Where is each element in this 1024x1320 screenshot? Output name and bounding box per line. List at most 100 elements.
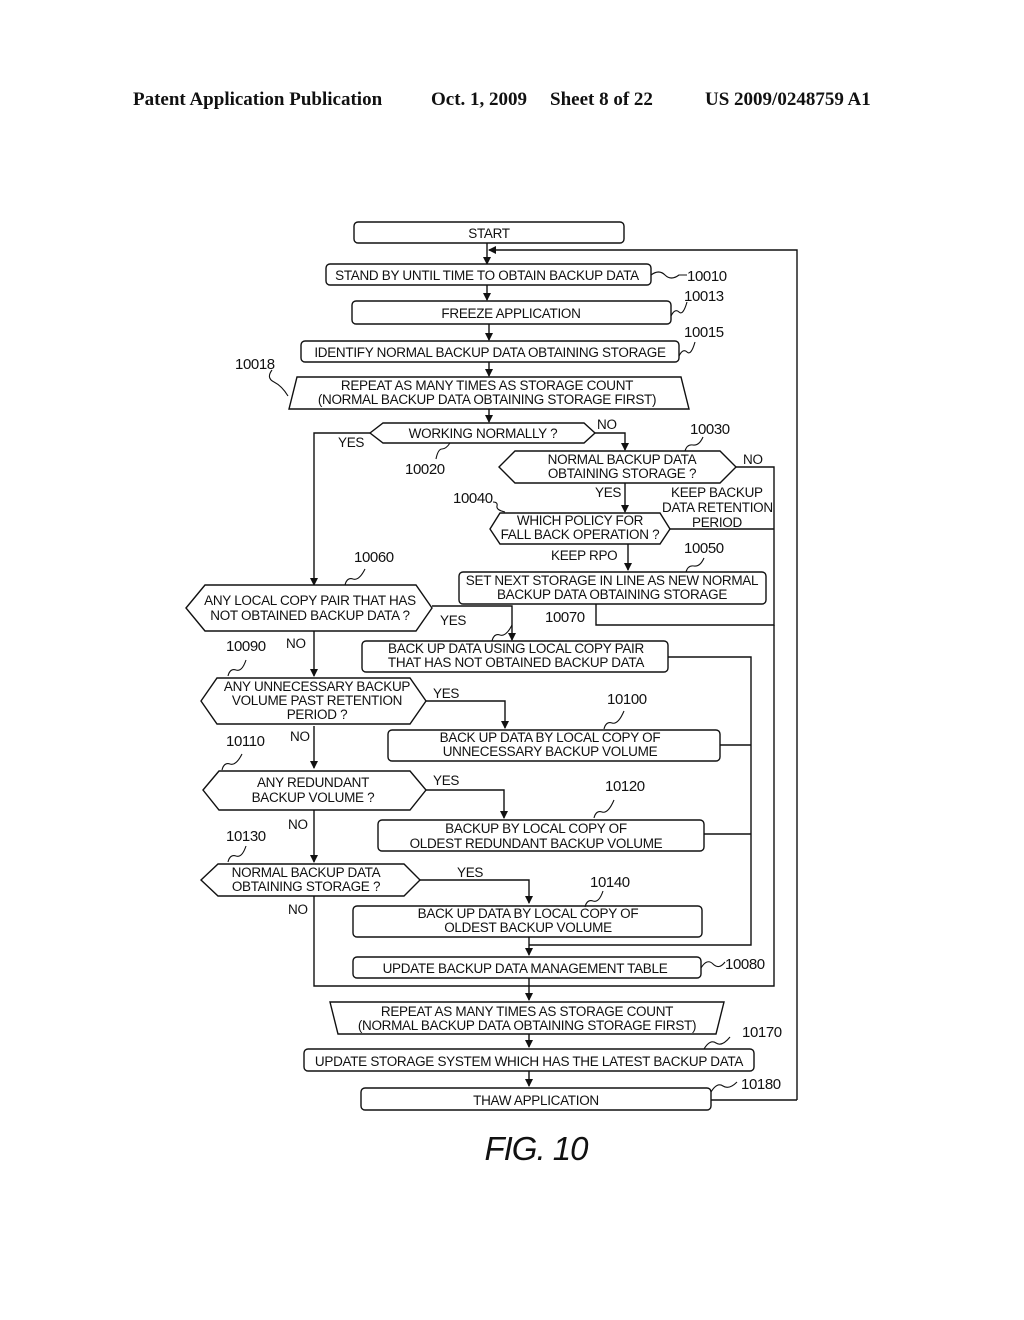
label-yes-10090: YES <box>433 686 459 701</box>
leader-squiggle <box>700 961 726 969</box>
step-text: BACK UP DATA BY LOCAL COPY OF <box>418 906 639 921</box>
step-text: BACK UP DATA USING LOCAL COPY PAIR <box>388 641 644 656</box>
ref-number: 10020 <box>405 461 445 478</box>
ref-number: 10080 <box>725 956 765 973</box>
leader-squiggle <box>435 442 451 460</box>
step-text: OBTAINING STORAGE ? <box>548 466 696 481</box>
leader-squiggle <box>685 557 705 573</box>
leader-squiggle <box>227 659 247 677</box>
step-10180: THAW APPLICATION 10180 <box>360 1076 781 1111</box>
label-no-10030: NO <box>743 452 763 467</box>
flowchart: START STAND BY UNTIL TIME TO OBTAIN BACK… <box>185 221 798 1167</box>
step-10010: STAND BY UNTIL TIME TO OBTAIN BACKUP DAT… <box>325 263 727 286</box>
step-text: BACKUP BY LOCAL COPY OF <box>445 821 627 836</box>
leader-squiggle <box>710 1081 738 1093</box>
arrow-10090-yes <box>426 700 509 729</box>
step-text: FALL BACK OPERATION ? <box>501 527 660 542</box>
step-text: NORMAL BACKUP DATA <box>548 452 697 467</box>
label-no-10060: NO <box>286 636 306 651</box>
decision-10040: WHICH POLICY FOR FALL BACK OPERATION ? 1… <box>453 490 671 545</box>
leader-squiggle <box>221 753 243 771</box>
step-text: THAW APPLICATION <box>473 1093 599 1108</box>
label-yes-10110: YES <box>433 773 459 788</box>
arrow-10110-yes <box>426 789 508 819</box>
step-text: WORKING NORMALLY ? <box>409 426 558 441</box>
label-keep-retention-1: KEEP BACKUP <box>671 485 763 500</box>
ref-number: 10010 <box>687 268 727 285</box>
arrow-10020-no <box>595 432 629 451</box>
step-loop-end: REPEAT AS MANY TIMES AS STORAGE COUNT (N… <box>329 1001 725 1035</box>
label-keep-retention-3: PERIOD <box>692 515 743 530</box>
label-yes-10060: YES <box>440 613 466 628</box>
label-keep-retention-2: DATA RETENTION <box>662 500 773 515</box>
ref-number: 10060 <box>354 549 394 566</box>
step-10015: IDENTIFY NORMAL BACKUP DATA OBTAINING ST… <box>300 324 724 363</box>
step-text: REPEAT AS MANY TIMES AS STORAGE COUNT <box>341 378 633 393</box>
step-text: IDENTIFY NORMAL BACKUP DATA OBTAINING ST… <box>314 345 666 360</box>
step-text: BACK UP DATA BY LOCAL COPY OF <box>440 730 661 745</box>
decision-10060: ANY LOCAL COPY PAIR THAT HAS NOT OBTAINE… <box>185 549 433 632</box>
step-text: ANY REDUNDANT <box>257 775 369 790</box>
step-10120: BACKUP BY LOCAL COPY OF OLDEST REDUNDANT… <box>377 778 705 852</box>
leader-squiggle <box>603 710 625 730</box>
leader-squiggle <box>650 271 687 279</box>
step-text: (NORMAL BACKUP DATA OBTAINING STORAGE FI… <box>358 1018 696 1033</box>
ref-number: 10030 <box>690 421 730 438</box>
figure-label: FIG. 10 <box>484 1130 589 1167</box>
step-text: NOT OBTAINED BACKUP DATA ? <box>210 608 410 623</box>
ref-number: 10180 <box>741 1076 781 1093</box>
step-text: UPDATE BACKUP DATA MANAGEMENT TABLE <box>383 961 668 976</box>
ref-number: 10050 <box>684 540 724 557</box>
step-text: FREEZE APPLICATION <box>441 306 580 321</box>
step-text: OBTAINING STORAGE ? <box>232 879 380 894</box>
step-text: (NORMAL BACKUP DATA OBTAINING STORAGE FI… <box>318 392 656 407</box>
step-text: SET NEXT STORAGE IN LINE AS NEW NORMAL <box>466 573 759 588</box>
label-yes-10020: YES <box>338 435 364 450</box>
step-text: ANY LOCAL COPY PAIR THAT HAS <box>204 593 416 608</box>
step-10080: UPDATE BACKUP DATA MANAGEMENT TABLE 1008… <box>352 956 765 979</box>
step-10013: FREEZE APPLICATION 10013 <box>351 288 724 325</box>
arrow-10130-yes <box>420 879 533 904</box>
step-text: THAT HAS NOT OBTAINED BACKUP DATA <box>388 655 644 670</box>
step-text: UPDATE STORAGE SYSTEM WHICH HAS THE LATE… <box>315 1054 743 1069</box>
ref-number: 10090 <box>226 638 266 655</box>
ref-number: 10018 <box>235 356 275 373</box>
ref-number: 10070 <box>545 609 585 626</box>
leader-squiggle <box>492 501 506 513</box>
step-text: OLDEST BACKUP VOLUME <box>444 920 612 935</box>
ref-number: 10015 <box>684 324 724 341</box>
ref-number: 10110 <box>226 733 265 750</box>
step-text: ANY UNNECESSARY BACKUP <box>224 679 411 694</box>
leader-squiggle <box>684 436 704 452</box>
step-text: NORMAL BACKUP DATA <box>232 865 381 880</box>
label-no-10110: NO <box>288 817 308 832</box>
label-no-10090: NO <box>290 729 310 744</box>
step-text: UNNECESSARY BACKUP VOLUME <box>443 744 658 759</box>
step-text: BACKUP VOLUME ? <box>252 790 375 805</box>
ref-number: 10140 <box>590 874 630 891</box>
ref-number: 10100 <box>607 691 647 708</box>
step-text: VOLUME PAST RETENTION <box>232 693 402 708</box>
label-no-10130: NO <box>288 902 308 917</box>
leader-squiggle <box>491 624 513 642</box>
ref-number: 10130 <box>226 828 266 845</box>
leader-squiggle <box>703 1036 731 1050</box>
step-text: REPEAT AS MANY TIMES AS STORAGE COUNT <box>381 1004 673 1019</box>
ref-number: 10120 <box>605 778 645 795</box>
leader-squiggle <box>344 568 366 586</box>
step-text: BACKUP DATA OBTAINING STORAGE <box>497 587 727 602</box>
label-yes-10130: YES <box>457 865 483 880</box>
leader-squiggle <box>584 890 604 908</box>
label-keep-rpo: KEEP RPO <box>551 548 617 563</box>
leader-squiggle <box>227 845 247 863</box>
leader-squiggle <box>678 341 696 357</box>
label-yes-10030: YES <box>595 485 621 500</box>
step-10018-loop-start: REPEAT AS MANY TIMES AS STORAGE COUNT (N… <box>235 356 690 410</box>
leader-squiggle <box>268 369 289 397</box>
step-text: WHICH POLICY FOR <box>517 513 644 528</box>
label-no-10020: NO <box>597 417 617 432</box>
ref-number: 10040 <box>453 490 493 507</box>
ref-number: 10013 <box>684 288 724 305</box>
ref-number: 10170 <box>742 1024 782 1041</box>
step-text: STAND BY UNTIL TIME TO OBTAIN BACKUP DAT… <box>335 268 639 283</box>
